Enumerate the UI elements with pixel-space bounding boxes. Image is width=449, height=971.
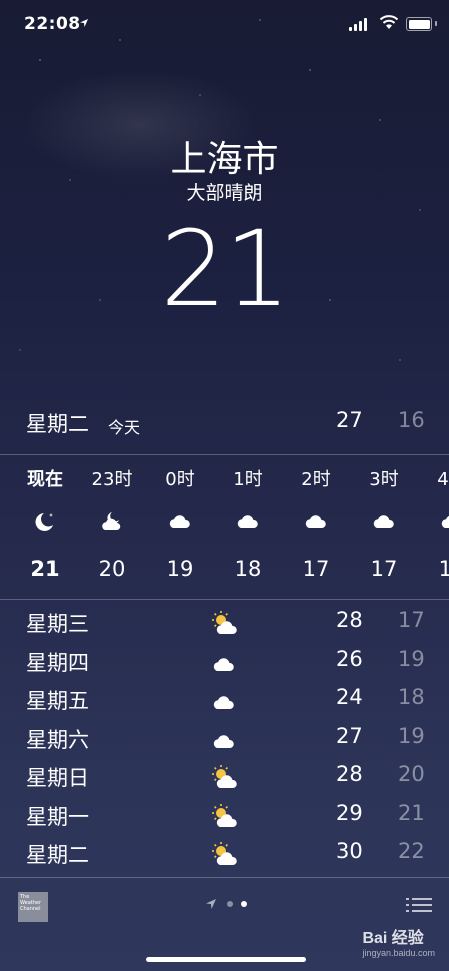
cloud-icon bbox=[441, 515, 449, 528]
cloud-icon bbox=[213, 734, 234, 748]
today-high: 27 bbox=[336, 408, 363, 432]
daily-row: 星期三 28 17 bbox=[0, 604, 449, 642]
day-name: 星期四 bbox=[26, 650, 89, 675]
wifi-icon bbox=[379, 15, 399, 29]
day-high: 28 bbox=[336, 762, 363, 786]
day-name: 星期一 bbox=[26, 804, 89, 829]
city-list-icon[interactable] bbox=[406, 896, 432, 914]
day-low: 19 bbox=[398, 646, 425, 671]
hour-temperature: 18 bbox=[234, 557, 262, 581]
day-high: 28 bbox=[336, 608, 363, 632]
daily-row: 星期日 28 20 bbox=[0, 758, 449, 796]
partly-sunny-icon bbox=[212, 611, 237, 634]
weather-condition: 大部晴朗 bbox=[186, 182, 263, 204]
hour-temperature: 17 bbox=[438, 557, 449, 581]
cloud-icon bbox=[373, 515, 394, 528]
day-low: 21 bbox=[398, 800, 425, 825]
today-tag: 今天 bbox=[108, 418, 141, 437]
hour-label: 23时 bbox=[91, 469, 133, 490]
city-name: 上海市 bbox=[170, 139, 279, 180]
hour-label: 0时 bbox=[165, 469, 195, 490]
day-name: 星期三 bbox=[26, 612, 89, 636]
baidu-watermark: Bai 经验 jingyan.baidu.com bbox=[362, 924, 435, 958]
battery-icon bbox=[406, 17, 432, 31]
hour-label: 4时 bbox=[437, 469, 449, 490]
daily-row: 星期五 24 18 bbox=[0, 681, 449, 719]
current-temperature: 21 bbox=[160, 208, 290, 330]
day-low: 19 bbox=[398, 723, 425, 748]
day-low: 20 bbox=[398, 762, 425, 786]
day-high: 27 bbox=[336, 723, 363, 748]
partly-sunny-icon bbox=[212, 842, 237, 865]
hour-label: 1时 bbox=[233, 469, 263, 490]
cloud-icon bbox=[213, 696, 234, 709]
day-high: 24 bbox=[336, 685, 363, 709]
home-indicator[interactable] bbox=[146, 957, 306, 962]
status-time: 22:08 bbox=[24, 14, 81, 34]
cellular-signal-icon bbox=[349, 18, 367, 31]
day-low: 17 bbox=[398, 608, 425, 632]
hour-label: 3时 bbox=[369, 469, 399, 490]
hour-temperature: 19 bbox=[166, 557, 194, 581]
daily-row: 星期二 30 22 bbox=[0, 835, 449, 873]
cloud-icon bbox=[169, 515, 190, 528]
hour-temperature: 20 bbox=[98, 557, 126, 581]
day-name: 星期六 bbox=[26, 727, 89, 752]
cloud-icon bbox=[213, 657, 234, 671]
daily-row: 星期四 26 19 bbox=[0, 643, 449, 681]
day-low: 18 bbox=[398, 685, 425, 709]
cloud-icon bbox=[237, 515, 258, 528]
partly-cloudy-night-icon bbox=[102, 512, 121, 530]
location-arrow-icon bbox=[206, 899, 216, 909]
day-name: 星期五 bbox=[26, 689, 89, 713]
hour-temperature: 21 bbox=[30, 557, 60, 581]
today-day: 星期二 bbox=[26, 412, 89, 436]
moon-stars-icon bbox=[35, 513, 54, 531]
day-name: 星期日 bbox=[26, 766, 89, 790]
divider bbox=[0, 599, 449, 600]
daily-row: 星期一 29 21 bbox=[0, 797, 449, 835]
watermark-url: jingyan.baidu.com bbox=[362, 948, 435, 958]
status-bar: 22:08 bbox=[0, 0, 449, 44]
hour-label: 2时 bbox=[301, 469, 331, 490]
day-high: 30 bbox=[336, 839, 363, 863]
location-arrow-icon bbox=[80, 19, 88, 27]
day-low: 22 bbox=[398, 839, 425, 863]
battery-nub bbox=[435, 21, 437, 26]
hourly-forecast-strip[interactable]: 现在 21 23时 20 0时 19 1时 18 2时 17 3时 17 4 1 bbox=[0, 455, 449, 598]
hour-temperature: 17 bbox=[370, 557, 398, 581]
partly-sunny-icon bbox=[212, 803, 237, 827]
today-low: 16 bbox=[398, 408, 425, 432]
hour-label: 现在 bbox=[27, 469, 63, 490]
weather-channel-logo[interactable]: The Weather Channel bbox=[18, 892, 48, 922]
daily-row: 星期六 27 19 bbox=[0, 720, 449, 758]
hour-temperature: 17 bbox=[302, 557, 330, 581]
partly-sunny-icon bbox=[212, 765, 237, 788]
watermark-brand: Bai 经验 bbox=[362, 930, 424, 947]
day-high: 26 bbox=[336, 646, 363, 671]
page-dot bbox=[227, 901, 233, 907]
page-dot-active bbox=[241, 901, 247, 907]
day-high: 29 bbox=[336, 800, 363, 825]
cloud-icon bbox=[305, 515, 326, 528]
day-name: 星期二 bbox=[26, 843, 89, 867]
today-summary-row: 星期二 今天 27 16 bbox=[0, 408, 449, 444]
page-indicator[interactable] bbox=[205, 898, 255, 910]
